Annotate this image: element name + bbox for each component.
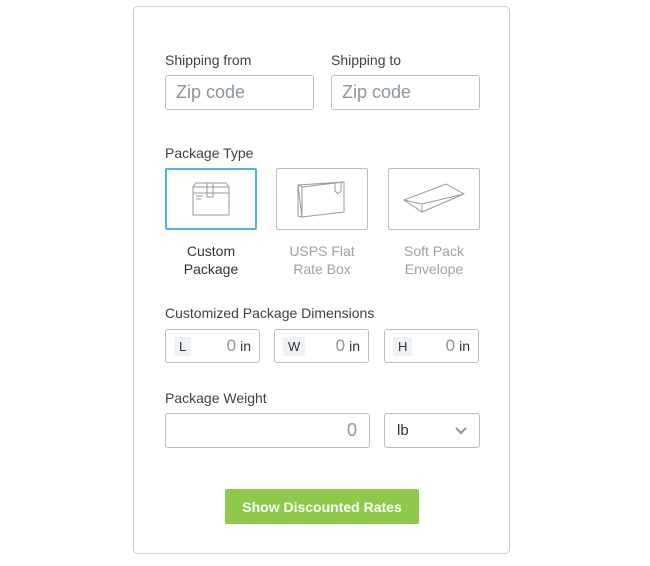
weight-unit-value: lb — [397, 422, 409, 439]
height-value: 0 — [445, 336, 456, 355]
shipping-from-input[interactable] — [165, 75, 314, 110]
package-option-flat-rate-label: USPS Flat Rate Box — [289, 243, 355, 277]
package-option-soft-pack-label: Soft Pack Envelope — [404, 243, 464, 277]
length-value: 0 — [226, 336, 237, 355]
length-input[interactable]: L 0 in — [165, 329, 260, 363]
width-input[interactable]: W 0 in — [274, 329, 369, 363]
shipping-to-input[interactable] — [331, 75, 480, 110]
dimensions-label: Customized Package Dimensions — [165, 305, 375, 321]
shipping-from-label: Shipping from — [165, 52, 252, 68]
height-unit: in — [459, 338, 470, 354]
length-unit: in — [240, 338, 251, 354]
weight-input[interactable]: 0 — [165, 413, 370, 448]
height-key: H — [393, 336, 413, 356]
chevron-down-icon — [455, 426, 467, 434]
width-unit: in — [349, 338, 360, 354]
envelope-icon — [402, 183, 466, 213]
weight-unit-select[interactable]: lb — [384, 413, 480, 448]
weight-label: Package Weight — [165, 390, 267, 406]
width-value: 0 — [335, 336, 346, 355]
package-option-custom[interactable] — [165, 168, 257, 230]
length-key: L — [174, 336, 192, 356]
show-discounted-rates-button[interactable]: Show Discounted Rates — [225, 489, 419, 524]
flat-rate-box-icon — [297, 181, 345, 218]
box-icon — [192, 182, 230, 216]
package-option-soft-pack[interactable] — [388, 168, 480, 230]
height-input[interactable]: H 0 in — [384, 329, 479, 363]
width-key: W — [283, 336, 306, 356]
package-option-flat-rate[interactable] — [276, 168, 368, 230]
package-option-custom-label: Custom Package — [183, 243, 239, 277]
package-type-label: Package Type — [165, 145, 254, 161]
shipping-to-label: Shipping to — [331, 52, 402, 68]
